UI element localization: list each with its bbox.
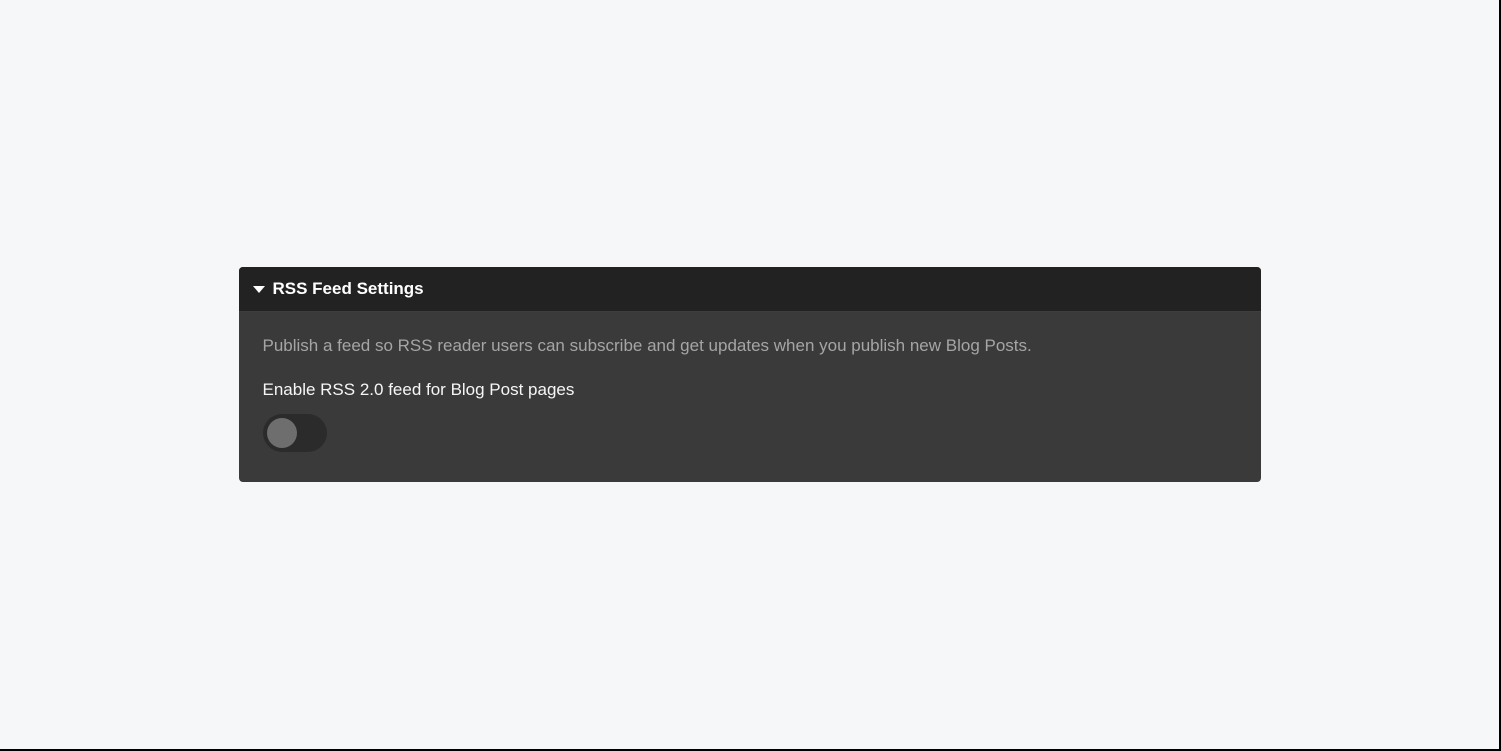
rss-feed-settings-panel: RSS Feed Settings Publish a feed so RSS … (239, 267, 1261, 482)
enable-rss-label: Enable RSS 2.0 feed for Blog Post pages (263, 380, 1237, 400)
panel-title: RSS Feed Settings (273, 279, 424, 299)
panel-header[interactable]: RSS Feed Settings (239, 267, 1261, 312)
chevron-down-icon (253, 286, 265, 293)
toggle-knob (267, 418, 297, 448)
enable-rss-toggle[interactable] (263, 414, 327, 452)
panel-description: Publish a feed so RSS reader users can s… (263, 336, 1237, 356)
panel-body: Publish a feed so RSS reader users can s… (239, 312, 1261, 482)
